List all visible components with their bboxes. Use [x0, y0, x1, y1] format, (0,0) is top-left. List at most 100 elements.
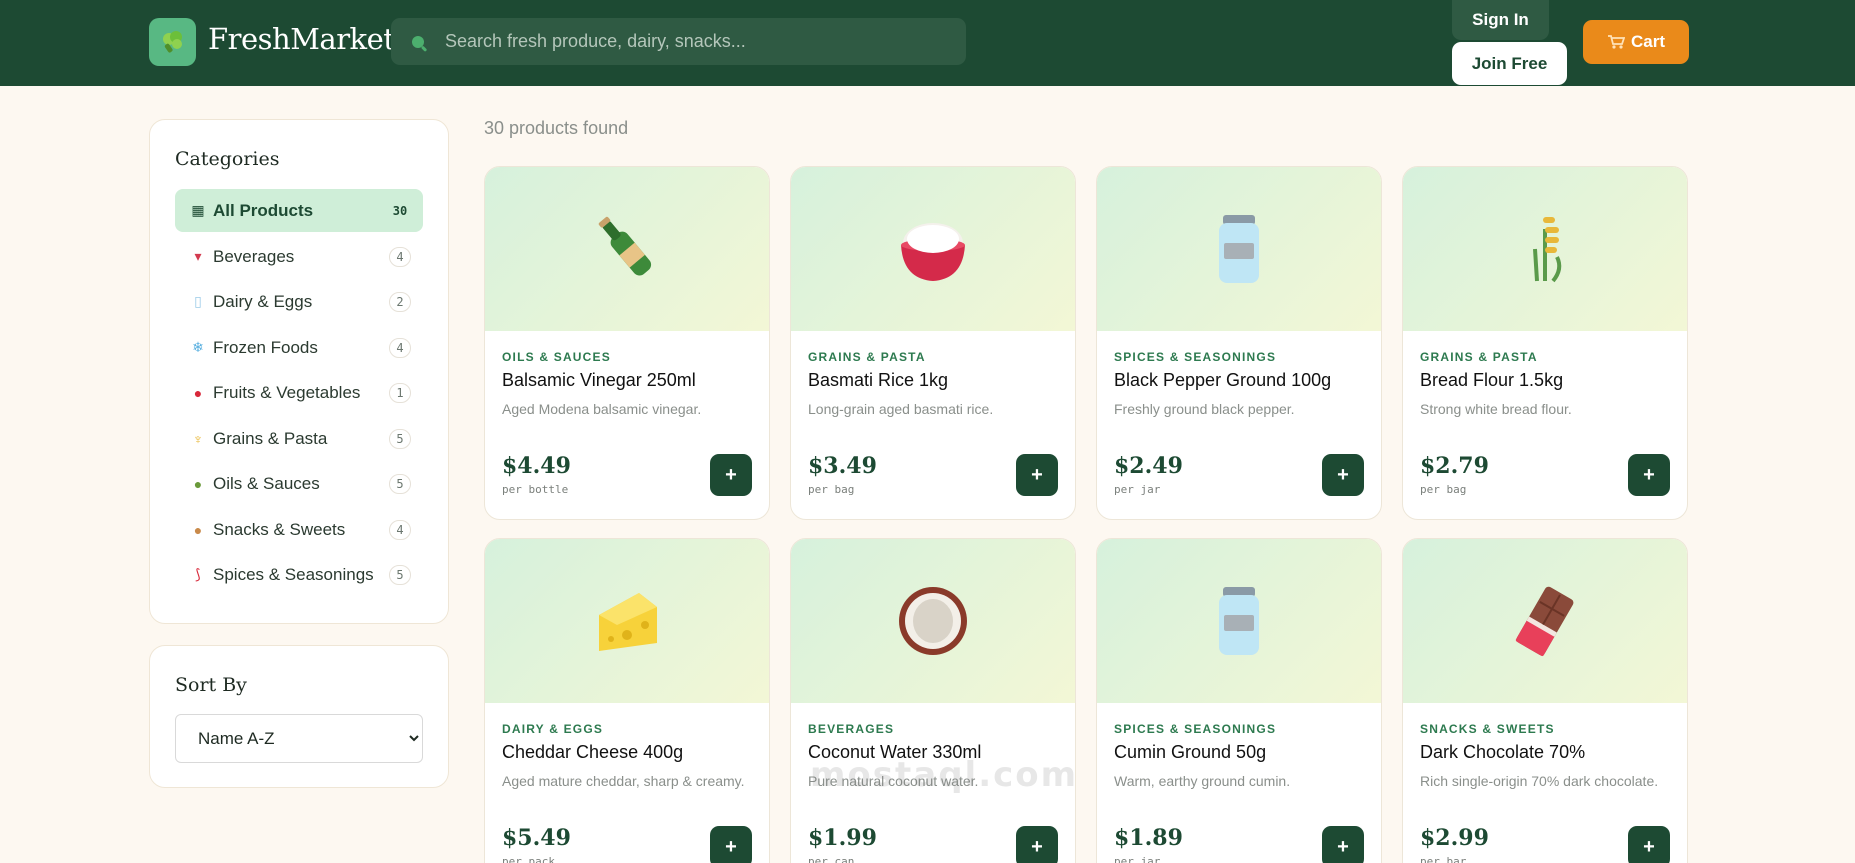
add-to-cart-button[interactable]: +	[710, 454, 752, 496]
product-description: Freshly ground black pepper.	[1114, 401, 1295, 417]
product-image	[1403, 167, 1687, 331]
product-price: $1.99	[808, 825, 877, 851]
product-unit: per bar	[1420, 855, 1467, 863]
product-unit: per jar	[1114, 855, 1161, 863]
category-all-products[interactable]: ▦ All Products 30	[175, 189, 423, 232]
category-count: 5	[389, 565, 411, 585]
category-beverages[interactable]: ▾ Beverages 4	[175, 235, 423, 278]
search-bar[interactable]	[391, 18, 966, 65]
add-to-cart-button[interactable]: +	[1322, 454, 1364, 496]
sign-in-button[interactable]: Sign In	[1452, 0, 1549, 40]
product-description: Long-grain aged basmati rice.	[808, 401, 994, 417]
brand-logo[interactable]	[149, 18, 196, 66]
product-unit: per can	[808, 855, 855, 863]
apple-icon: ●	[193, 384, 203, 401]
category-count: 2	[389, 292, 411, 312]
search-input[interactable]	[445, 18, 945, 65]
category-frozen-foods[interactable]: ❄ Frozen Foods 4	[175, 326, 423, 369]
category-oils-sauces[interactable]: ● Oils & Sauces 5	[175, 462, 423, 505]
category-fruits-vegetables[interactable]: ● Fruits & Vegetables 1	[175, 371, 423, 414]
add-to-cart-button[interactable]: +	[1628, 826, 1670, 863]
join-free-button[interactable]: Join Free	[1452, 42, 1567, 85]
product-card[interactable]: SPICES & SEASONINGS Cumin Ground 50g War…	[1096, 538, 1382, 863]
product-image	[1403, 539, 1687, 703]
cart-button[interactable]: Cart	[1583, 20, 1689, 64]
product-description: Aged Modena balsamic vinegar.	[502, 401, 702, 417]
add-to-cart-button[interactable]: +	[710, 826, 752, 863]
product-category: GRAINS & PASTA	[1420, 350, 1538, 364]
category-count: 5	[389, 474, 411, 494]
search-icon	[412, 36, 427, 52]
product-description: Strong white bread flour.	[1420, 401, 1572, 417]
rice-bowl-icon	[901, 223, 965, 281]
cart-label: Cart	[1630, 32, 1665, 51]
product-card[interactable]: SNACKS & SWEETS Dark Chocolate 70% Rich …	[1402, 538, 1688, 863]
jar-icon	[1219, 587, 1259, 655]
top-navbar: FreshMarket Sign In Join Free Cart	[0, 0, 1855, 86]
category-label: All Products	[213, 200, 314, 220]
product-card[interactable]: GRAINS & PASTA Bread Flour 1.5kg Strong …	[1402, 166, 1688, 520]
product-image	[485, 539, 769, 703]
product-price: $4.49	[502, 453, 571, 479]
product-card[interactable]: GRAINS & PASTA Basmati Rice 1kg Long-gra…	[790, 166, 1076, 520]
brand-name[interactable]: FreshMarket	[208, 22, 395, 56]
cookie-icon: ●	[193, 521, 203, 538]
products-found-count: 30 products found	[484, 118, 629, 138]
milk-glass-icon: ▯	[194, 293, 202, 309]
product-unit: per bag	[1420, 483, 1467, 496]
sort-panel: Sort By Name A-Z	[149, 645, 449, 788]
category-dairy-eggs[interactable]: ▯ Dairy & Eggs 2	[175, 280, 423, 323]
category-label: Snacks & Sweets	[213, 519, 346, 539]
broccoli-icon	[162, 31, 182, 53]
category-count: 4	[389, 338, 411, 358]
category-grains-pasta[interactable]: ♆ Grains & Pasta 5	[175, 417, 423, 460]
product-category: OILS & SAUCES	[502, 350, 611, 364]
product-unit: per jar	[1114, 483, 1161, 496]
category-snacks-sweets[interactable]: ● Snacks & Sweets 4	[175, 508, 423, 551]
plus-icon: +	[1643, 835, 1655, 858]
add-to-cart-button[interactable]: +	[1016, 454, 1058, 496]
product-price: $3.49	[808, 453, 877, 479]
category-count: 5	[389, 429, 411, 449]
chili-icon: ⟆	[195, 566, 201, 582]
category-count: 4	[389, 247, 411, 267]
product-unit: per bag	[808, 483, 855, 496]
categories-title: Categories	[175, 148, 280, 170]
cheese-icon	[599, 593, 657, 651]
product-card[interactable]: BEVERAGES Coconut Water 330ml Pure natur…	[790, 538, 1076, 863]
category-label: Grains & Pasta	[213, 428, 328, 448]
cart-icon	[1607, 35, 1625, 49]
drink-icon: ▾	[194, 248, 202, 264]
plus-icon: +	[1337, 835, 1349, 858]
add-to-cart-button[interactable]: +	[1016, 826, 1058, 863]
product-image	[791, 539, 1075, 703]
sort-select[interactable]: Name A-Z	[175, 714, 423, 763]
category-count: 1	[389, 383, 411, 403]
product-category: GRAINS & PASTA	[808, 350, 926, 364]
wheat-icon	[1533, 217, 1562, 283]
product-image	[485, 167, 769, 331]
product-price: $1.89	[1114, 825, 1183, 851]
add-to-cart-button[interactable]: +	[1628, 454, 1670, 496]
product-image	[1097, 539, 1381, 703]
product-category: DAIRY & EGGS	[502, 722, 604, 736]
category-spices-seasonings[interactable]: ⟆ Spices & Seasonings 5	[175, 553, 423, 596]
jar-icon	[1219, 215, 1259, 283]
product-price: $2.49	[1114, 453, 1183, 479]
product-card[interactable]: SPICES & SEASONINGS Black Pepper Ground …	[1096, 166, 1382, 520]
product-name: Black Pepper Ground 100g	[1114, 370, 1332, 390]
category-label: Dairy & Eggs	[213, 291, 313, 311]
product-description: Rich single-origin 70% dark chocolate.	[1420, 773, 1659, 789]
category-label: Beverages	[213, 246, 295, 266]
product-description: Warm, earthy ground cumin.	[1114, 773, 1291, 789]
add-to-cart-button[interactable]: +	[1322, 826, 1364, 863]
product-category: SPICES & SEASONINGS	[1114, 722, 1277, 736]
product-card[interactable]: DAIRY & EGGS Cheddar Cheese 400g Aged ma…	[484, 538, 770, 863]
store-icon: ▦	[191, 202, 205, 218]
chocolate-bar-icon	[1515, 586, 1574, 656]
plus-icon: +	[725, 463, 737, 486]
sort-title: Sort By	[175, 674, 247, 696]
coconut-icon	[899, 587, 967, 655]
product-card[interactable]: OILS & SAUCES Balsamic Vinegar 250ml Age…	[484, 166, 770, 520]
product-unit: per pack	[502, 855, 555, 863]
